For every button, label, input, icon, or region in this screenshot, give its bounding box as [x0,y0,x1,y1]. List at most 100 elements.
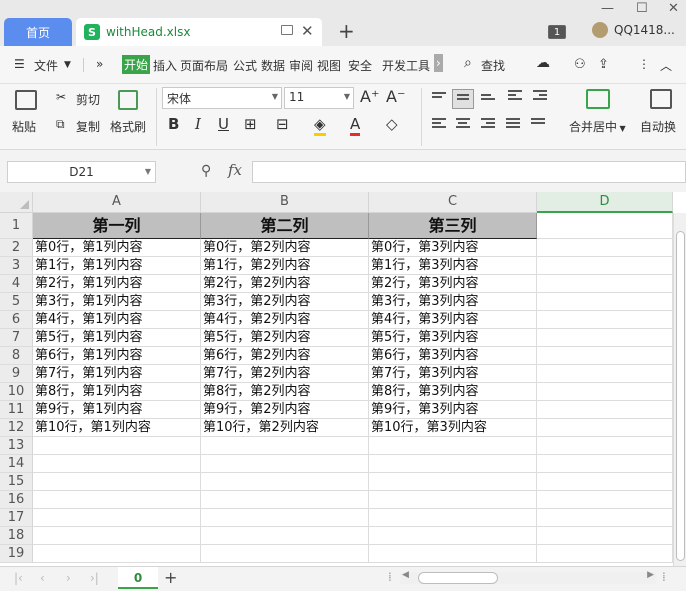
cell-d11[interactable] [537,401,673,419]
cell-c7[interactable]: 第5行，第3列内容 [369,329,537,347]
add-sheet-icon[interactable]: + [164,568,177,587]
bold-button[interactable]: B [168,115,179,133]
more-options-icon[interactable]: ⋮ [638,57,650,71]
search-icon[interactable]: ⌕ [464,55,472,71]
justify-icon[interactable] [506,118,520,130]
decrease-font-icon[interactable]: A⁻ [386,87,405,106]
scroll-tabs-icon[interactable]: › [434,54,443,72]
cut-button[interactable]: 剪切 [76,91,100,108]
row-header-15[interactable]: 15 [0,473,33,491]
cell-a16[interactable] [33,491,201,509]
cell-b14[interactable] [201,455,369,473]
cell-c10[interactable]: 第8行，第3列内容 [369,383,537,401]
copy-button[interactable]: 复制 [76,118,100,135]
cell-d12[interactable] [537,419,673,437]
hamburger-icon[interactable]: ☰ [14,57,25,71]
cell-b6[interactable]: 第4行，第2列内容 [201,311,369,329]
tab-security[interactable]: 安全 [348,57,372,74]
cloud-icon[interactable]: ☁ [536,55,550,71]
zoom-icon[interactable]: ⚲ [201,163,211,179]
cell-c11[interactable]: 第9行，第3列内容 [369,401,537,419]
cell-b18[interactable] [201,527,369,545]
cell-a17[interactable] [33,509,201,527]
vertical-scrollbar[interactable] [673,213,686,566]
copy-icon[interactable]: ⧉ [56,117,65,132]
cell-a8[interactable]: 第6行，第1列内容 [33,347,201,365]
tab-review[interactable]: 审阅 [289,57,313,74]
collapse-ribbon-icon[interactable]: ︿ [660,57,672,74]
cell-d1[interactable] [537,213,673,239]
row-header-4[interactable]: 4 [0,275,33,293]
cell-b11[interactable]: 第9行，第2列内容 [201,401,369,419]
merge-center-button[interactable]: 合并居中 ▼ [569,118,626,135]
cell-a11[interactable]: 第9行，第1列内容 [33,401,201,419]
select-all-corner[interactable] [0,192,33,213]
search-label[interactable]: 查找 [481,57,505,74]
distribute-icon[interactable] [531,118,545,130]
row-header-3[interactable]: 3 [0,257,33,275]
cell-d5[interactable] [537,293,673,311]
cell-d8[interactable] [537,347,673,365]
minimize-icon[interactable]: — [601,1,614,16]
formula-input[interactable] [252,161,686,183]
horizontal-scroll-thumb[interactable] [418,572,498,584]
row-header-17[interactable]: 17 [0,509,33,527]
cell-d15[interactable] [537,473,673,491]
next-sheet-icon[interactable]: › [66,571,71,585]
cell-d9[interactable] [537,365,673,383]
wrap-text-button[interactable]: 自动换 [640,118,676,135]
font-color-icon[interactable]: A [350,115,361,136]
last-sheet-icon[interactable]: ›| [90,571,99,585]
format-painter-icon[interactable] [118,90,138,110]
indent-decrease-icon[interactable] [508,90,522,102]
wrap-text-icon[interactable] [650,89,672,109]
fx-icon[interactable]: fx [228,161,242,179]
indent-increase-icon[interactable] [533,90,547,102]
window-count-badge[interactable]: 1 [548,25,566,39]
cell-a1[interactable]: 第一列 [33,213,201,239]
scroll-divider-right-icon[interactable]: ⁞ [662,570,666,584]
format-painter-button[interactable]: 格式刷 [110,118,146,135]
cell-d10[interactable] [537,383,673,401]
cell-d14[interactable] [537,455,673,473]
cell-c6[interactable]: 第4行，第3列内容 [369,311,537,329]
cell-d2[interactable] [537,239,673,257]
cell-b7[interactable]: 第5行，第2列内容 [201,329,369,347]
chevron-down-icon[interactable]: ▼ [64,60,71,70]
row-header-2[interactable]: 2 [0,239,33,257]
cell-c18[interactable] [369,527,537,545]
cell-b2[interactable]: 第0行，第2列内容 [201,239,369,257]
avatar[interactable] [592,22,608,38]
cell-b16[interactable] [201,491,369,509]
row-header-9[interactable]: 9 [0,365,33,383]
cell-a14[interactable] [33,455,201,473]
cell-c15[interactable] [369,473,537,491]
cell-c5[interactable]: 第3行，第3列内容 [369,293,537,311]
cell-a15[interactable] [33,473,201,491]
cell-a5[interactable]: 第3行，第1列内容 [33,293,201,311]
cell-a10[interactable]: 第8行，第1列内容 [33,383,201,401]
vertical-scroll-thumb[interactable] [676,231,685,561]
cell-a13[interactable] [33,437,201,455]
first-sheet-icon[interactable]: |‹ [14,571,23,585]
cell-c9[interactable]: 第7行，第3列内容 [369,365,537,383]
border-icon[interactable]: ⊞ [244,115,257,133]
cell-d16[interactable] [537,491,673,509]
underline-button[interactable]: U [218,115,229,133]
font-name-select[interactable]: 宋体 ▼ [162,87,282,109]
cell-d4[interactable] [537,275,673,293]
share-user-icon[interactable]: ⚇ [574,57,586,72]
cell-a19[interactable] [33,545,201,563]
cell-c16[interactable] [369,491,537,509]
fill-style-icon[interactable]: ⊟ [276,115,289,133]
row-header-8[interactable]: 8 [0,347,33,365]
cell-a12[interactable]: 第10行，第1列内容 [33,419,201,437]
new-tab-icon[interactable]: + [338,19,355,43]
row-header-13[interactable]: 13 [0,437,33,455]
merge-center-icon[interactable] [586,89,610,109]
row-header-5[interactable]: 5 [0,293,33,311]
tab-data[interactable]: 数据 [261,57,285,74]
user-name[interactable]: QQ1418... [614,23,675,37]
align-bottom-icon[interactable] [481,94,495,106]
paste-button[interactable]: 粘贴 [12,118,36,135]
